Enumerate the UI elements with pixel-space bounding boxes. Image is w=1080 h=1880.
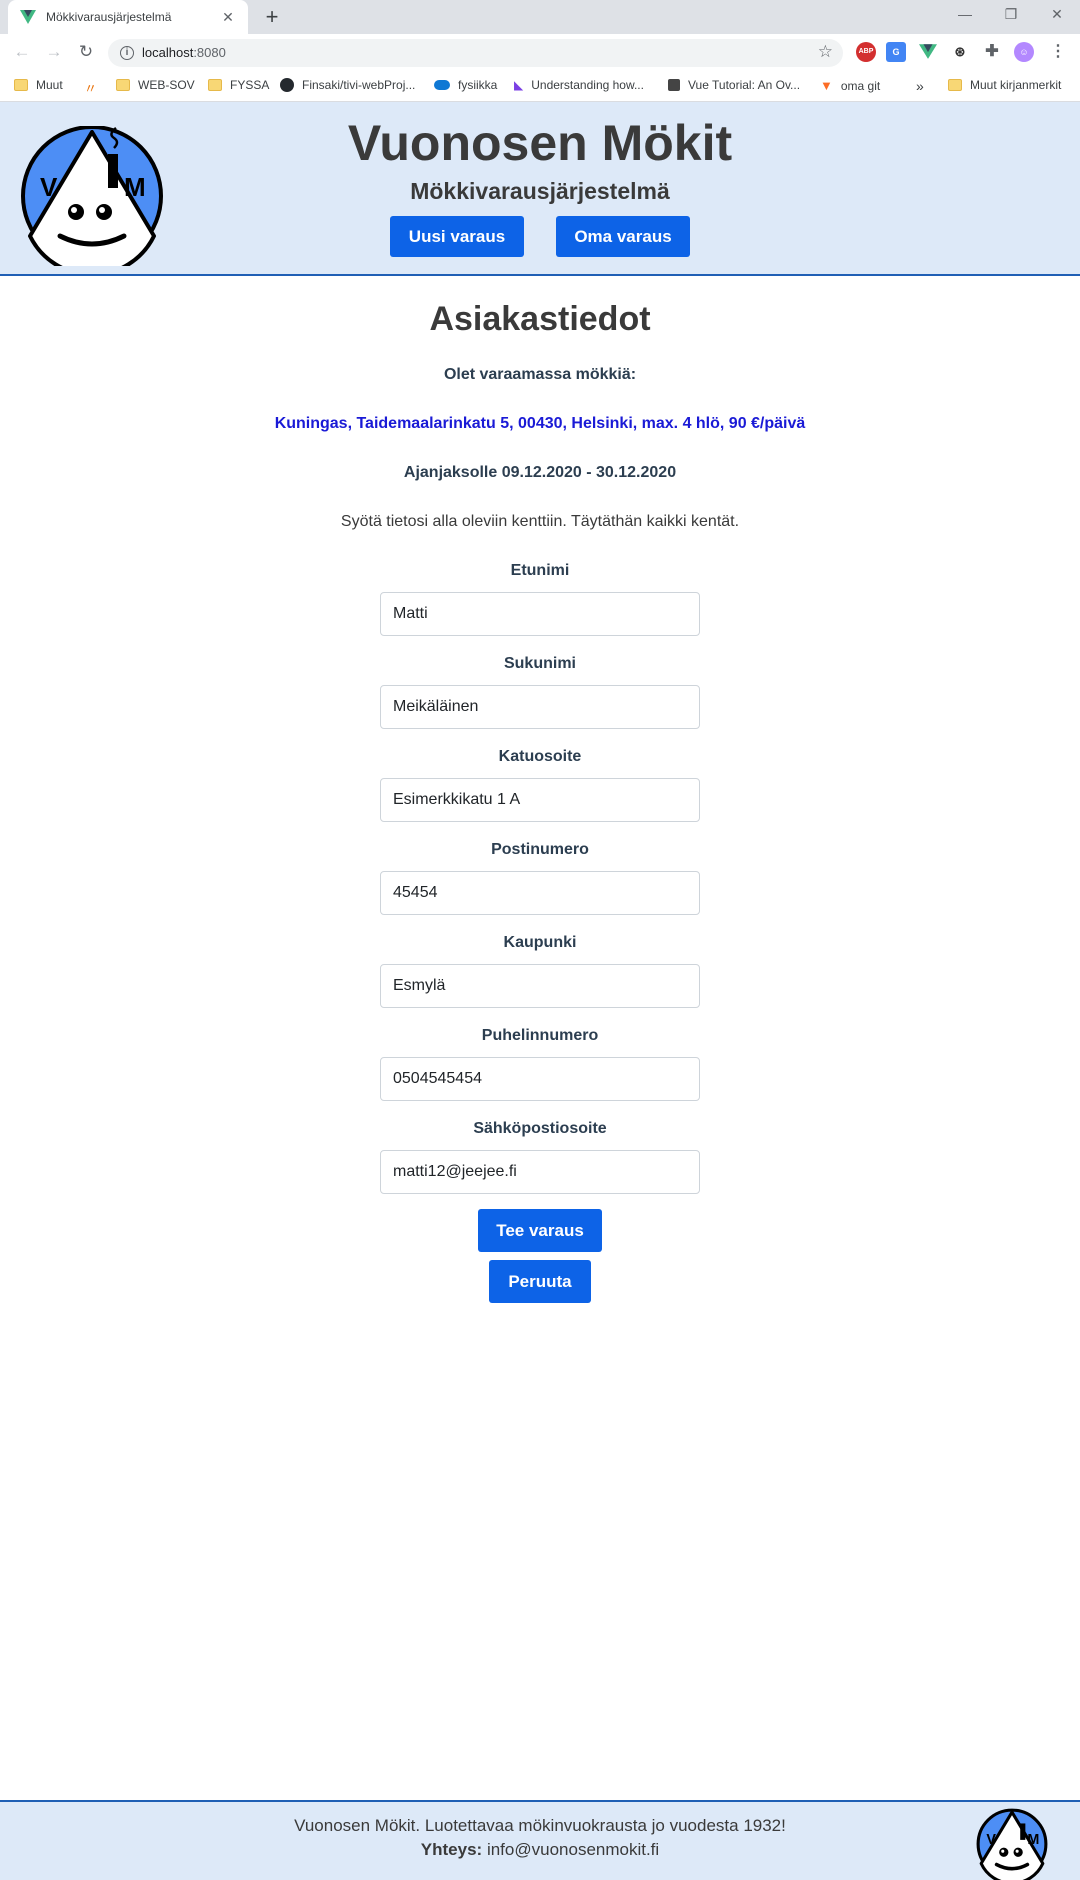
url-host: localhost: [142, 45, 194, 60]
back-icon[interactable]: ←: [8, 38, 36, 66]
info-icon[interactable]: i: [120, 46, 134, 60]
more-bookmarks[interactable]: »: [916, 78, 924, 94]
address-bar[interactable]: i localhost:8080 ☆: [108, 39, 843, 67]
bookmark-label: Vue Tutorial: An Ov...: [688, 78, 801, 92]
close-tab-icon[interactable]: ✕: [220, 9, 236, 26]
submit-booking-button[interactable]: Tee varaus: [478, 1209, 602, 1252]
url-text: localhost:8080: [142, 45, 226, 60]
bookmark-label: Understanding how...: [531, 78, 644, 92]
bookmarks-bar: Muut 〃 WEB-SOV FYSSA Finsaki/tivi-webPro…: [0, 70, 1080, 102]
contact-label: Yhteys:: [420, 1840, 483, 1859]
profile-avatar[interactable]: ☺: [1014, 42, 1034, 62]
minimize-icon[interactable]: —: [942, 0, 988, 30]
bookmark-label: fysiikka: [458, 78, 498, 92]
folder-icon: [14, 79, 28, 91]
bookmark-feather[interactable]: 〃: [84, 78, 105, 97]
translate-icon[interactable]: G: [886, 42, 906, 62]
puzzle-icon[interactable]: ✚: [982, 42, 1002, 62]
last-name-label: Sukunimi: [503, 655, 576, 672]
footer-contact: Yhteys: info@vuonosenmokit.fi: [0, 1840, 1080, 1860]
bookmark-understanding[interactable]: ◣ Understanding how...: [514, 78, 644, 92]
onedrive-icon: [434, 80, 450, 90]
new-tab-button[interactable]: +: [258, 4, 286, 32]
first-name-label: Etunimi: [510, 562, 570, 579]
adblock-icon[interactable]: ABP: [856, 42, 876, 62]
street-address-field[interactable]: [380, 778, 700, 822]
bookmark-muut[interactable]: Muut: [14, 78, 63, 92]
phone-field[interactable]: [380, 1057, 700, 1101]
bookmark-label: oma git: [840, 78, 881, 93]
folder-icon: [208, 79, 222, 91]
browser-tab[interactable]: Mökkivarausjärjestelmä ✕: [8, 0, 248, 34]
footer-tagline: Vuonosen Mökit. Luotettavaa mökinvuokrau…: [294, 1816, 786, 1835]
site-footer: Vuonosen Mökit. Luotettavaa mökinvuokrau…: [0, 1800, 1080, 1880]
bookmark-label: FYSSA: [230, 78, 270, 92]
forward-icon[interactable]: →: [40, 38, 68, 66]
tab-title: Mökkivarausjärjestelmä: [46, 10, 172, 24]
bookmark-oma-git[interactable]: ▼ oma git: [820, 78, 880, 93]
arrow-logo-icon: ◣: [514, 78, 524, 92]
booking-intro: Olet varaamassa mökkiä:: [443, 366, 637, 383]
email-field[interactable]: [380, 1150, 700, 1194]
bookmark-vue-tutorial[interactable]: Vue Tutorial: An Ov...: [668, 78, 800, 92]
booking-period: Ajanjaksolle 09.12.2020 - 30.12.2020: [403, 464, 677, 481]
street-address-label: Katuosoite: [498, 748, 582, 765]
postal-code-label: Postinumero: [491, 841, 589, 858]
footer-logo: V M: [976, 1808, 1048, 1880]
browser-tabbar: Mökkivarausjärjestelmä ✕ + — ❐ ✕: [0, 0, 1080, 34]
bookmark-star-icon[interactable]: ☆: [818, 42, 833, 62]
menu-icon[interactable]: ⋮: [1048, 42, 1068, 62]
cancel-button[interactable]: Peruuta: [489, 1260, 591, 1303]
feather-icon: 〃: [84, 81, 98, 96]
browser-toolbar: ← → ↻ i localhost:8080 ☆ ABP G ⊛ ✚ ☺ ⋮: [0, 34, 1080, 70]
folder-icon: [948, 79, 962, 91]
contact-email[interactable]: info@vuonosenmokit.fi: [487, 1840, 659, 1859]
reload-icon[interactable]: ↻: [72, 38, 100, 66]
postal-code-field[interactable]: [380, 871, 700, 915]
github-icon: [280, 78, 294, 92]
restore-icon[interactable]: ❐: [988, 0, 1034, 30]
footer-logo-letter-m: M: [1027, 1832, 1039, 1848]
url-port: :8080: [193, 45, 226, 60]
city-label: Kaupunki: [503, 934, 577, 951]
site-subtitle: Mökkivarausjärjestelmä: [410, 178, 670, 204]
email-label: Sähköpostiosoite: [473, 1120, 607, 1137]
footer-logo-letter-v: V: [986, 1832, 996, 1848]
bookmark-web-sov[interactable]: WEB-SOV: [116, 78, 195, 92]
folder-icon: [116, 79, 130, 91]
bookmark-label: WEB-SOV: [138, 78, 195, 92]
extension-icon[interactable]: ⊛: [950, 42, 970, 62]
cabin-info: Kuningas, Taidemaalarinkatu 5, 00430, He…: [274, 415, 806, 432]
vue-icon: [20, 9, 36, 25]
new-booking-button[interactable]: Uusi varaus: [390, 216, 524, 257]
form-instructions: Syötä tietosi alla oleviin kenttiin. Täy…: [340, 513, 740, 530]
first-name-field[interactable]: [380, 592, 700, 636]
gitlab-icon: ▼: [820, 78, 833, 93]
bookmark-fyssa[interactable]: FYSSA: [208, 78, 269, 92]
bookmark-label: Muut kirjanmerkit: [970, 78, 1062, 92]
vue-devtools-icon[interactable]: [918, 42, 938, 62]
bookmark-fysiikka[interactable]: fysiikka: [434, 78, 497, 92]
site-header: V M Vuonosen Mökit Mökkivarausjärjestelm…: [0, 102, 1080, 276]
bookmark-github[interactable]: Finsaki/tivi-webProj...: [280, 78, 415, 92]
last-name-field[interactable]: [380, 685, 700, 729]
save-icon: [668, 79, 680, 91]
site-title: Vuonosen Mökit: [347, 115, 733, 171]
my-booking-button[interactable]: Oma varaus: [556, 216, 690, 257]
bookmark-label: Finsaki/tivi-webProj...: [302, 78, 416, 92]
page-title: Asiakastiedot: [429, 300, 651, 338]
bookmark-muut-kirjanmerkit[interactable]: Muut kirjanmerkit: [948, 78, 1061, 92]
bookmark-label: Muut: [36, 78, 63, 92]
close-window-icon[interactable]: ✕: [1034, 0, 1080, 30]
city-field[interactable]: [380, 964, 700, 1008]
phone-label: Puhelinnumero: [481, 1027, 599, 1044]
